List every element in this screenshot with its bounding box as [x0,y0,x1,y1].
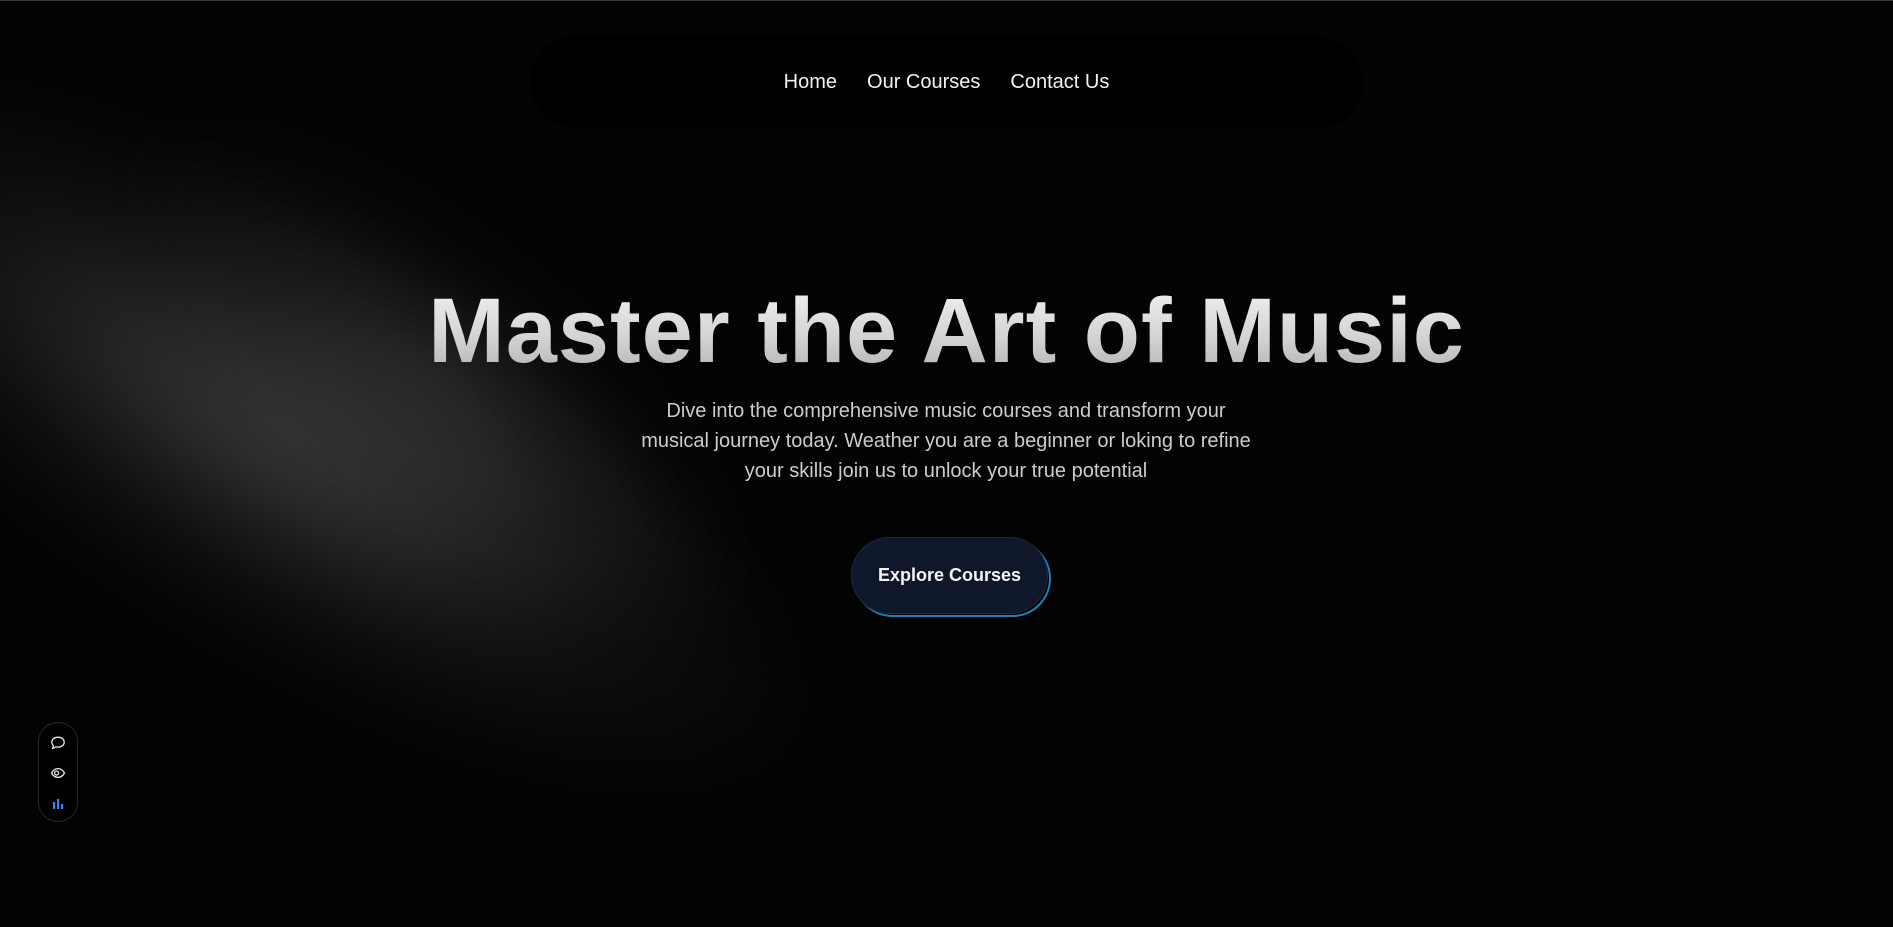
bar-chart-icon[interactable] [50,795,66,811]
nav-link-contact-us[interactable]: Contact Us [1010,71,1109,94]
eye-icon[interactable] [50,765,66,781]
hero-subtitle: Dive into the comprehensive music course… [641,400,1251,482]
hero-title: Master the Art of Music [0,276,1893,386]
navbar: Home Our Courses Contact Us [530,36,1363,128]
page-top-border [0,0,1893,1]
nav-link-home[interactable]: Home [784,71,837,94]
comment-icon[interactable] [50,735,66,751]
side-toolbar [38,722,78,822]
nav-link-our-courses[interactable]: Our Courses [867,71,980,94]
cta-container: Explore Courses [851,537,1051,617]
explore-courses-button[interactable]: Explore Courses [851,537,1048,614]
